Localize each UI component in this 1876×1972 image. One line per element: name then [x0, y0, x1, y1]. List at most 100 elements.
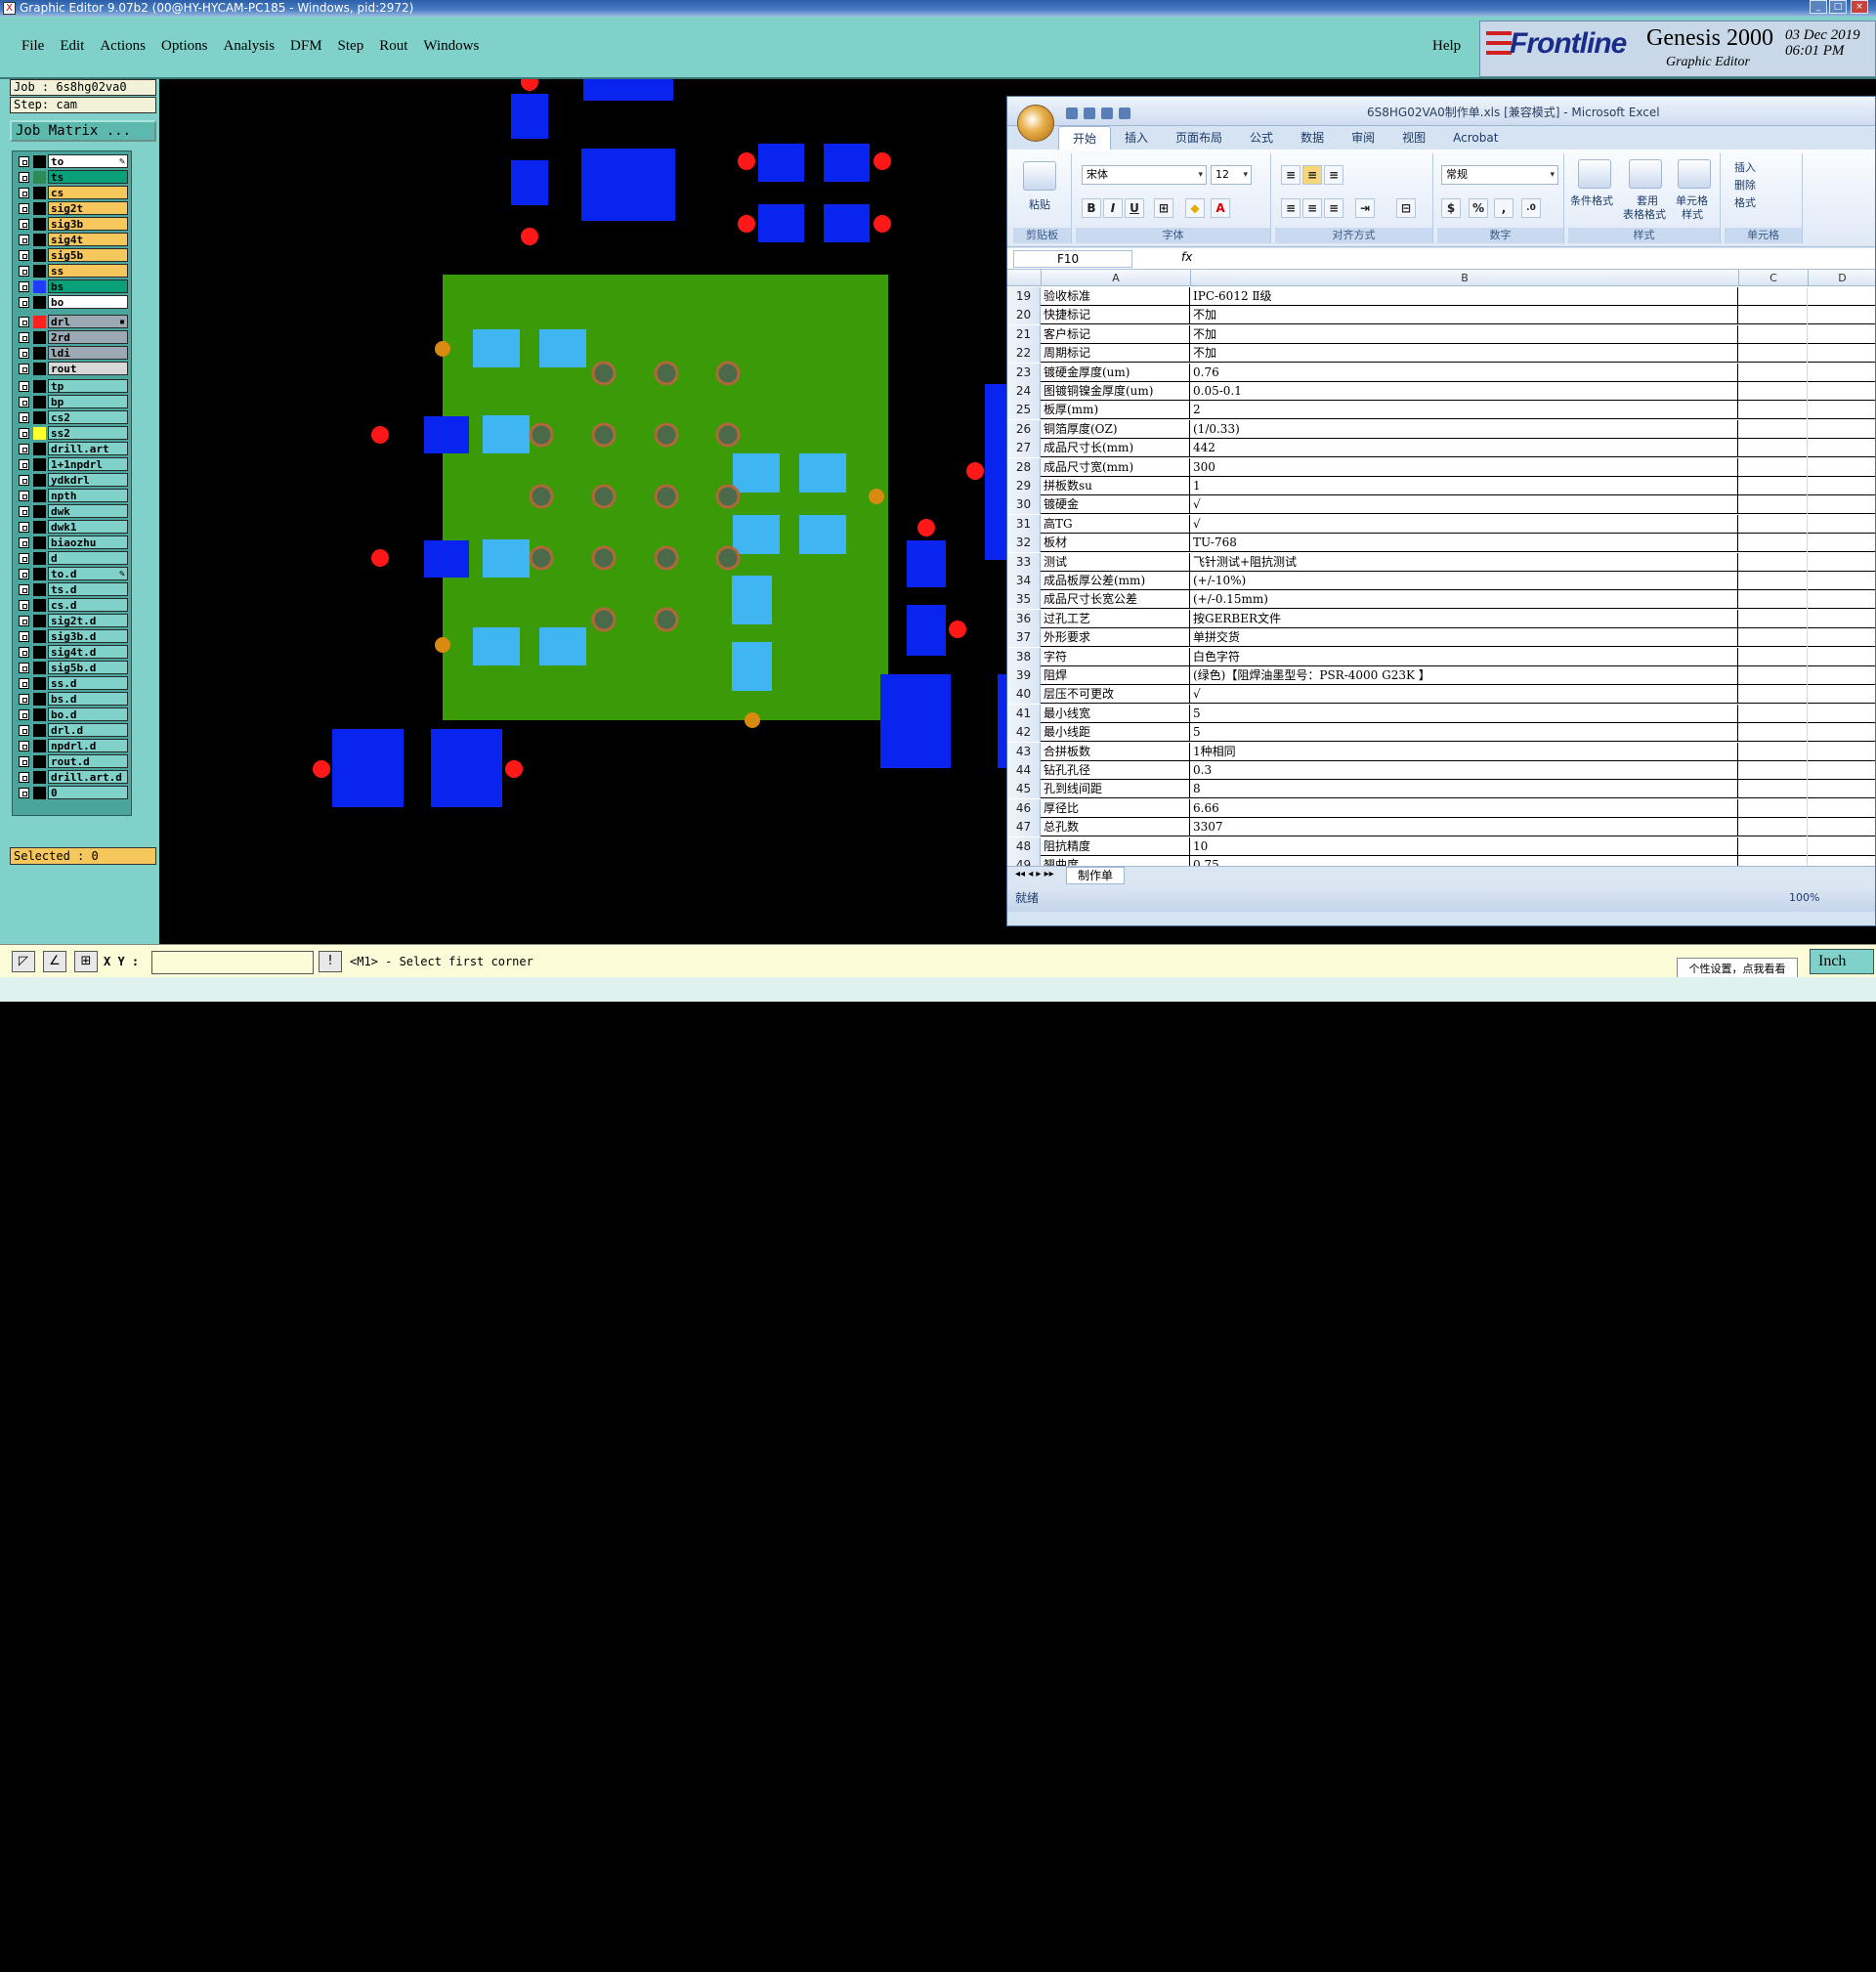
cell-d[interactable]: [1809, 344, 1875, 363]
cell-b[interactable]: 白色字符: [1191, 647, 1738, 666]
layer-checkbox[interactable]: [19, 202, 29, 214]
layer-checkbox[interactable]: [19, 234, 29, 245]
layer-checkbox[interactable]: [19, 265, 29, 277]
cell-a[interactable]: 成品尺寸长宽公差: [1042, 590, 1190, 610]
spreadsheet-grid[interactable]: A B C D 19 验收标准 IPC-6012 Ⅱ级 20 快捷标记 不加 21 客户标记不…: [1007, 270, 1875, 866]
layer-name[interactable]: cs2: [48, 410, 128, 424]
layer-color-swatch[interactable]: [33, 551, 46, 565]
cell-d[interactable]: [1809, 610, 1875, 628]
underline-button[interactable]: U: [1125, 198, 1144, 218]
cell-d[interactable]: [1809, 666, 1875, 685]
cell-d[interactable]: [1809, 628, 1875, 647]
menu-item-options[interactable]: Options: [161, 38, 208, 55]
cell-style-icon[interactable]: [1678, 159, 1711, 189]
cell-b[interactable]: 8: [1191, 780, 1738, 799]
number-format-select[interactable]: 常规: [1441, 165, 1558, 185]
cell-a[interactable]: 验收标准: [1042, 287, 1190, 306]
table-format-label-2[interactable]: 表格格式: [1623, 206, 1666, 222]
increase-decimal-icon[interactable]: .0: [1521, 198, 1541, 218]
fill-color-icon[interactable]: ◆: [1185, 198, 1205, 218]
layer-color-swatch[interactable]: [33, 786, 46, 799]
layer-name[interactable]: biaozhu: [48, 536, 128, 549]
cell-c[interactable]: [1739, 439, 1808, 458]
layer-name[interactable]: drill.art.d: [48, 770, 128, 784]
cell-b[interactable]: (+/-0.15mm): [1191, 590, 1738, 610]
layer-color-swatch[interactable]: [33, 186, 46, 199]
layer-row[interactable]: to ✎: [15, 153, 130, 169]
cell-d[interactable]: [1809, 515, 1875, 534]
row-number[interactable]: 39: [1007, 666, 1041, 685]
font-size-select[interactable]: 12: [1211, 165, 1252, 185]
layer-checkbox[interactable]: [19, 646, 29, 658]
layer-checkbox[interactable]: [19, 677, 29, 689]
row-number[interactable]: 48: [1007, 836, 1041, 856]
graphic-canvas[interactable]: [159, 79, 1006, 944]
ribbon-tab[interactable]: Acrobat: [1439, 126, 1512, 150]
cell-c[interactable]: [1739, 382, 1808, 401]
layer-name[interactable]: cs.d: [48, 598, 128, 612]
cell-b[interactable]: 5: [1191, 704, 1738, 723]
layer-row[interactable]: npdrl.d: [15, 738, 130, 753]
layer-color-swatch[interactable]: [33, 489, 46, 502]
font-name-select[interactable]: 宋体: [1082, 165, 1207, 185]
merge-icon[interactable]: ⊟: [1396, 198, 1416, 218]
ribbon-tab[interactable]: 审阅: [1338, 126, 1388, 150]
layer-name[interactable]: sig2t: [48, 201, 128, 215]
cell-a[interactable]: 测试: [1042, 552, 1190, 572]
layer-name[interactable]: rout.d: [48, 754, 128, 768]
layer-row[interactable]: ydkdrl: [15, 472, 130, 488]
layer-color-swatch[interactable]: [33, 154, 46, 168]
layer-row[interactable]: bo: [15, 294, 130, 310]
layer-checkbox[interactable]: [19, 630, 29, 642]
sheet-tab[interactable]: 制作单: [1066, 867, 1125, 884]
layer-row[interactable]: bp: [15, 394, 130, 409]
layer-checkbox[interactable]: [19, 568, 29, 579]
cell-d[interactable]: [1809, 495, 1875, 514]
row-number[interactable]: 44: [1007, 761, 1041, 780]
conditional-format-icon[interactable]: [1578, 159, 1611, 189]
row-number[interactable]: 22: [1007, 344, 1041, 364]
cell-c[interactable]: [1739, 836, 1808, 856]
layer-row[interactable]: npth: [15, 488, 130, 503]
layer-row[interactable]: to.d ✎: [15, 566, 130, 581]
cell-b[interactable]: 不加: [1191, 324, 1738, 344]
cell-d[interactable]: [1809, 761, 1875, 780]
ribbon-tab[interactable]: 开始: [1058, 126, 1112, 150]
cell-a[interactable]: 拼板数su: [1042, 477, 1190, 495]
layer-checkbox[interactable]: [19, 363, 29, 374]
layer-name[interactable]: tp: [48, 379, 128, 393]
menu-item-step[interactable]: Step: [338, 38, 364, 55]
layer-color-swatch[interactable]: [33, 395, 46, 408]
layer-name[interactable]: sig4t: [48, 233, 128, 246]
layer-color-swatch[interactable]: [33, 279, 46, 293]
layer-color-swatch[interactable]: [33, 264, 46, 278]
cell-d[interactable]: [1809, 477, 1875, 495]
layer-row[interactable]: 1+1npdrl: [15, 456, 130, 472]
cell-d[interactable]: [1809, 287, 1875, 306]
row-number[interactable]: 24: [1007, 382, 1041, 401]
cell-d[interactable]: [1809, 780, 1875, 798]
layer-checkbox[interactable]: [19, 740, 29, 751]
cell-a[interactable]: 周期标记: [1042, 344, 1190, 364]
cell-b[interactable]: 3307: [1191, 818, 1738, 837]
align-middle-icon[interactable]: ≡: [1302, 165, 1322, 185]
save-icon[interactable]: [1066, 107, 1078, 119]
cell-d[interactable]: [1809, 856, 1875, 866]
align-center-icon[interactable]: ≡: [1302, 198, 1322, 218]
layer-color-swatch[interactable]: [33, 248, 46, 262]
layer-color-swatch[interactable]: [33, 770, 46, 784]
layer-checkbox[interactable]: [19, 662, 29, 673]
cell-a[interactable]: 成品尺寸长(mm): [1042, 439, 1190, 458]
italic-button[interactable]: I: [1103, 198, 1123, 218]
cell-b[interactable]: 不加: [1191, 344, 1738, 364]
cell-c[interactable]: [1739, 704, 1808, 723]
indent-icon[interactable]: ⇥: [1355, 198, 1375, 218]
layer-name[interactable]: 1+1npdrl: [48, 457, 128, 471]
layer-checkbox[interactable]: [19, 458, 29, 470]
cell-c[interactable]: [1739, 818, 1808, 837]
layer-color-swatch[interactable]: [33, 426, 46, 440]
font-color-icon[interactable]: A: [1211, 198, 1230, 218]
cell-b[interactable]: IPC-6012 Ⅱ级: [1191, 287, 1738, 306]
row-number[interactable]: 31: [1007, 514, 1041, 534]
column-header[interactable]: B: [1191, 270, 1739, 286]
